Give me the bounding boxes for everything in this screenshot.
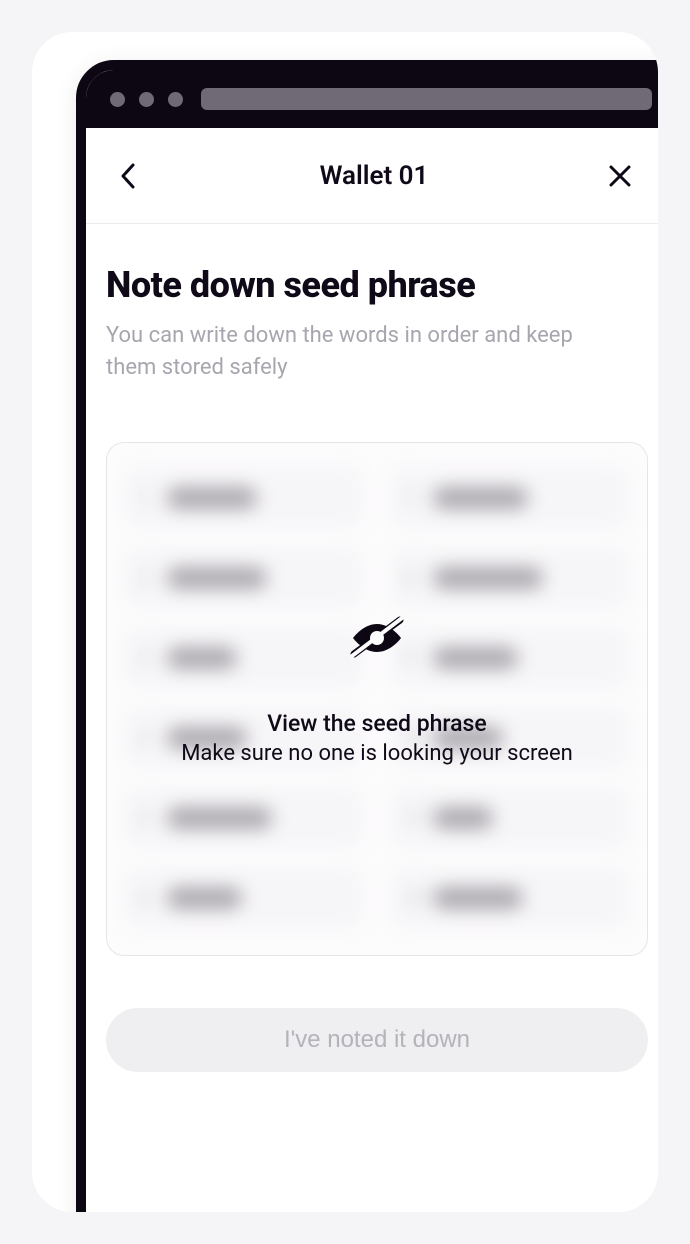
subheading: You can write down the words in order an… (106, 320, 648, 384)
close-button[interactable] (600, 156, 640, 196)
window-controls (110, 92, 183, 107)
device-frame: Wallet 01 Note down seed phrase You can … (32, 32, 658, 1212)
minimize-window-icon[interactable] (139, 92, 154, 107)
app-header: Wallet 01 (86, 128, 658, 224)
close-window-icon[interactable] (110, 92, 125, 107)
browser-chrome (86, 70, 658, 128)
address-bar[interactable] (201, 88, 652, 110)
heading: Note down seed phrase (106, 264, 648, 306)
eye-off-icon (346, 612, 408, 668)
page-title: Wallet 01 (320, 161, 429, 191)
content: Note down seed phrase You can write down… (86, 224, 658, 1072)
reveal-title: View the seed phrase (267, 710, 486, 737)
back-button[interactable] (108, 156, 148, 196)
browser-window: Wallet 01 Note down seed phrase You can … (76, 60, 658, 1212)
close-icon (608, 164, 632, 188)
maximize-window-icon[interactable] (168, 92, 183, 107)
reveal-seed-button[interactable]: View the seed phrase Make sure no one is… (107, 443, 647, 955)
chevron-left-icon (120, 163, 136, 189)
noted-button[interactable]: I've noted it down (106, 1008, 648, 1072)
reveal-subtitle: Make sure no one is looking your screen (181, 741, 573, 766)
seed-phrase-card: 1 7 2 8 3 9 4 10 5 11 6 12 (106, 442, 648, 956)
